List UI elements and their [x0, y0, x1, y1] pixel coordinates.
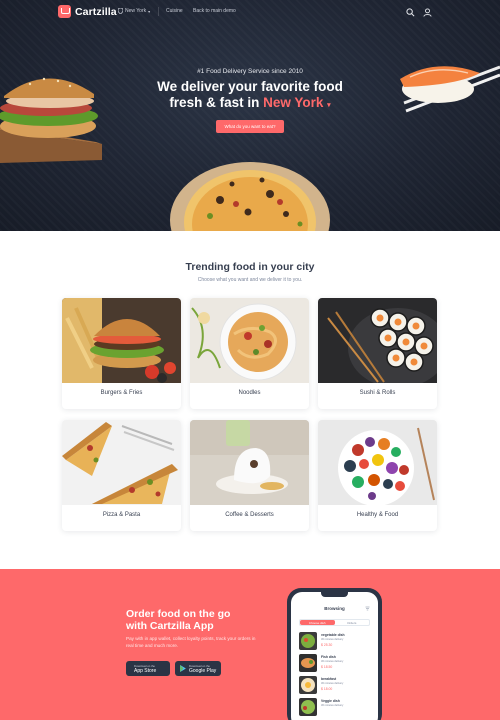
location-label: New York — [125, 8, 147, 14]
noodles-image — [190, 298, 309, 383]
chevron-down-icon: ▾ — [327, 102, 331, 109]
coffee-desserts-image — [190, 420, 309, 505]
google-play-text: Download on the Google Play — [189, 664, 216, 674]
category-label: Healthy & Food — [356, 512, 399, 518]
hero-title-line2: fresh & fast in New York ▾ — [0, 95, 500, 114]
category-label: Sushi & Rolls — [359, 390, 396, 396]
dish-meta: 30 minutes delivery — [321, 682, 344, 685]
category-label: Noodles — [238, 390, 261, 396]
dish-item[interactable]: Fish dish 30 minutes delivery $ 18.50 — [299, 654, 370, 674]
hero-title: We deliver your favorite food fresh & fa… — [0, 79, 500, 114]
search-icon[interactable] — [406, 8, 415, 17]
phone-screen: Browsing Choose dish Orders vegetable di… — [291, 592, 378, 720]
phone-mockup: Browsing Choose dish Orders vegetable di… — [287, 588, 382, 720]
nav-link-main-demo[interactable]: Back to main demo — [193, 8, 236, 14]
category-label: Pizza & Pasta — [102, 512, 141, 518]
dish-meta: 30 minutes delivery — [321, 704, 344, 707]
dish-name: vegetable dish — [321, 633, 345, 637]
dish-price: $ 18.00 — [321, 687, 333, 691]
pizza-pasta-image — [62, 420, 181, 505]
phone-notch — [321, 592, 348, 597]
app-store-button[interactable]: Download on the App Store — [126, 661, 170, 676]
dish-name: Fish dish — [321, 655, 336, 659]
healthy-food-image — [318, 420, 437, 505]
nav-divider — [158, 7, 159, 16]
app-store-text: Download on the App Store — [134, 664, 156, 674]
brand-logo[interactable]: Cartzilla — [58, 5, 117, 18]
dish-item[interactable]: breakfast 30 minutes delivery $ 18.00 — [299, 676, 370, 696]
dish-item[interactable]: Veggie dish 30 minutes delivery — [299, 698, 370, 718]
chevron-down-icon: ▾ — [148, 8, 151, 14]
dish-thumbnail — [299, 654, 317, 672]
hero-title-text: fresh & fast in — [169, 95, 260, 110]
promo-text: Pay with in app wallet, collect loyalty … — [126, 636, 256, 648]
dish-item[interactable]: vegetable dish 30 minutes delivery $ 25.… — [299, 632, 370, 652]
category-label: Burgers & Fries — [100, 390, 143, 396]
phone-tab-choose-dish[interactable]: Choose dish — [300, 620, 335, 625]
dish-price: $ 25.30 — [321, 643, 333, 647]
hero-subtitle: #1 Food Delivery Service since 2010 — [197, 68, 303, 75]
navbar: Cartzilla New York ▾ Cuisine Back to mai… — [0, 0, 500, 26]
category-card-sushi[interactable]: Sushi & Rolls — [318, 298, 437, 409]
google-play-button[interactable]: Download on the Google Play — [175, 661, 221, 676]
hero-city: New York — [263, 95, 324, 110]
cart-icon — [58, 5, 71, 18]
dish-thumbnail — [299, 698, 317, 716]
nav-link-cuisine[interactable]: Cuisine — [166, 8, 183, 14]
dish-meta: 30 minutes delivery — [321, 660, 344, 663]
google-play-label: Google Play — [189, 667, 217, 674]
filter-icon — [365, 606, 370, 611]
hero-title-line1: We deliver your favorite food — [157, 79, 343, 94]
dish-name: Veggie dish — [321, 699, 340, 703]
hero-section: Cartzilla New York ▾ Cuisine Back to mai… — [0, 0, 500, 231]
location-dropdown[interactable]: New York ▾ — [118, 8, 150, 14]
category-label: Coffee & Desserts — [225, 512, 274, 518]
section-subtitle: Choose what you want and we deliver it t… — [197, 277, 303, 283]
burgers-image — [62, 298, 181, 383]
hero-city-dropdown[interactable]: New York ▾ — [263, 95, 331, 110]
dish-price: $ 18.50 — [321, 665, 333, 669]
google-play-icon — [180, 665, 186, 672]
category-card-burgers[interactable]: Burgers & Fries — [62, 298, 181, 409]
category-card-noodles[interactable]: Noodles — [190, 298, 309, 409]
app-store-label: App Store — [134, 667, 157, 674]
app-promo-section: Order food on the go with Cartzilla App … — [0, 569, 500, 720]
sushi-rolls-image — [318, 298, 437, 383]
user-icon[interactable] — [423, 8, 432, 17]
brand-name: Cartzilla — [75, 5, 117, 18]
phone-tab-orders[interactable]: Orders — [335, 620, 370, 625]
promo-title-line2: with Cartzilla App — [126, 620, 214, 632]
promo-title: Order food on the go with Cartzilla App — [126, 608, 296, 632]
category-card-pizza[interactable]: Pizza & Pasta — [62, 420, 181, 531]
phone-tabs: Choose dish Orders — [299, 619, 370, 626]
app-store-small: Download on the — [134, 663, 155, 668]
dish-thumbnail — [299, 676, 317, 694]
category-card-coffee[interactable]: Coffee & Desserts — [190, 420, 309, 531]
category-card-healthy[interactable]: Healthy & Food — [318, 420, 437, 531]
cta-button[interactable]: What do you want to eat? — [216, 120, 284, 133]
section-title: Trending food in your city — [185, 261, 315, 273]
dish-meta: 30 minutes delivery — [321, 638, 344, 641]
map-pin-icon — [118, 8, 123, 14]
promo-title-line1: Order food on the go — [126, 608, 231, 620]
dish-thumbnail — [299, 632, 317, 650]
dish-name: breakfast — [321, 677, 337, 681]
pizza-image — [170, 162, 330, 231]
